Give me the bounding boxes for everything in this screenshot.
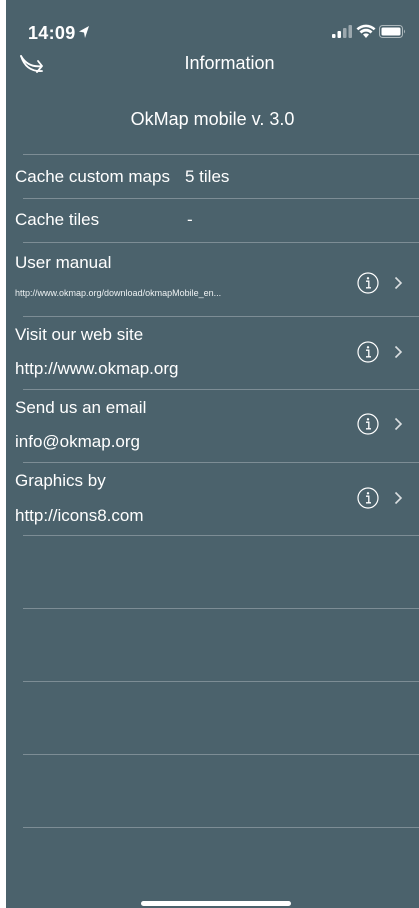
- row-value: http://icons8.com: [15, 506, 144, 525]
- row-value: 5 tiles: [185, 167, 230, 186]
- wifi-icon: [356, 24, 376, 38]
- info-icon[interactable]: [357, 413, 379, 435]
- status-time: 14:09: [28, 23, 76, 43]
- row-label: Graphics by: [15, 471, 106, 490]
- divider: [23, 535, 419, 536]
- divider: [23, 608, 419, 609]
- chevron-right-icon: [394, 345, 403, 359]
- home-indicator[interactable]: [141, 901, 291, 906]
- row-label: Send us an email: [15, 398, 147, 417]
- navigation-bar: Information: [6, 44, 419, 88]
- row-cache-tiles: Cache tiles -: [6, 198, 419, 242]
- row-visit-website[interactable]: Visit our web site http://www.okmap.org: [6, 316, 419, 389]
- divider: [23, 754, 419, 755]
- row-user-manual[interactable]: User manual http://www.okmap.org/downloa…: [6, 242, 419, 316]
- divider: [23, 827, 419, 828]
- info-icon[interactable]: [357, 272, 379, 294]
- app-version-label: OkMap mobile v. 3.0: [130, 109, 295, 129]
- row-label: User manual: [15, 253, 112, 272]
- row-label: Cache custom maps: [15, 167, 170, 186]
- battery-icon: [379, 25, 405, 38]
- divider: [23, 681, 419, 682]
- info-icon[interactable]: [357, 341, 379, 363]
- status-bar: 14:09: [6, 0, 419, 48]
- row-value: http://www.okmap.org/download/okmapMobil…: [15, 288, 222, 298]
- row-cache-custom-maps: Cache custom maps 5 tiles: [6, 154, 419, 198]
- page-title: Information: [184, 53, 275, 73]
- app-screen: 14:09 Information OkMap mobile v. 3.0 Ca…: [6, 0, 419, 908]
- row-value: info@okmap.org: [15, 432, 140, 451]
- row-value: http://www.okmap.org: [15, 359, 179, 378]
- row-label: Cache tiles: [15, 210, 100, 229]
- row-graphics-by[interactable]: Graphics by http://icons8.com: [6, 462, 419, 535]
- info-icon[interactable]: [357, 487, 379, 509]
- location-arrow-icon: [79, 26, 89, 38]
- chevron-right-icon: [394, 417, 403, 431]
- row-label: Visit our web site: [15, 325, 144, 344]
- chevron-right-icon: [394, 276, 403, 290]
- chevron-right-icon: [394, 491, 403, 505]
- row-value: -: [187, 210, 193, 229]
- cellular-signal-icon: [332, 25, 352, 38]
- row-send-email[interactable]: Send us an email info@okmap.org: [6, 389, 419, 462]
